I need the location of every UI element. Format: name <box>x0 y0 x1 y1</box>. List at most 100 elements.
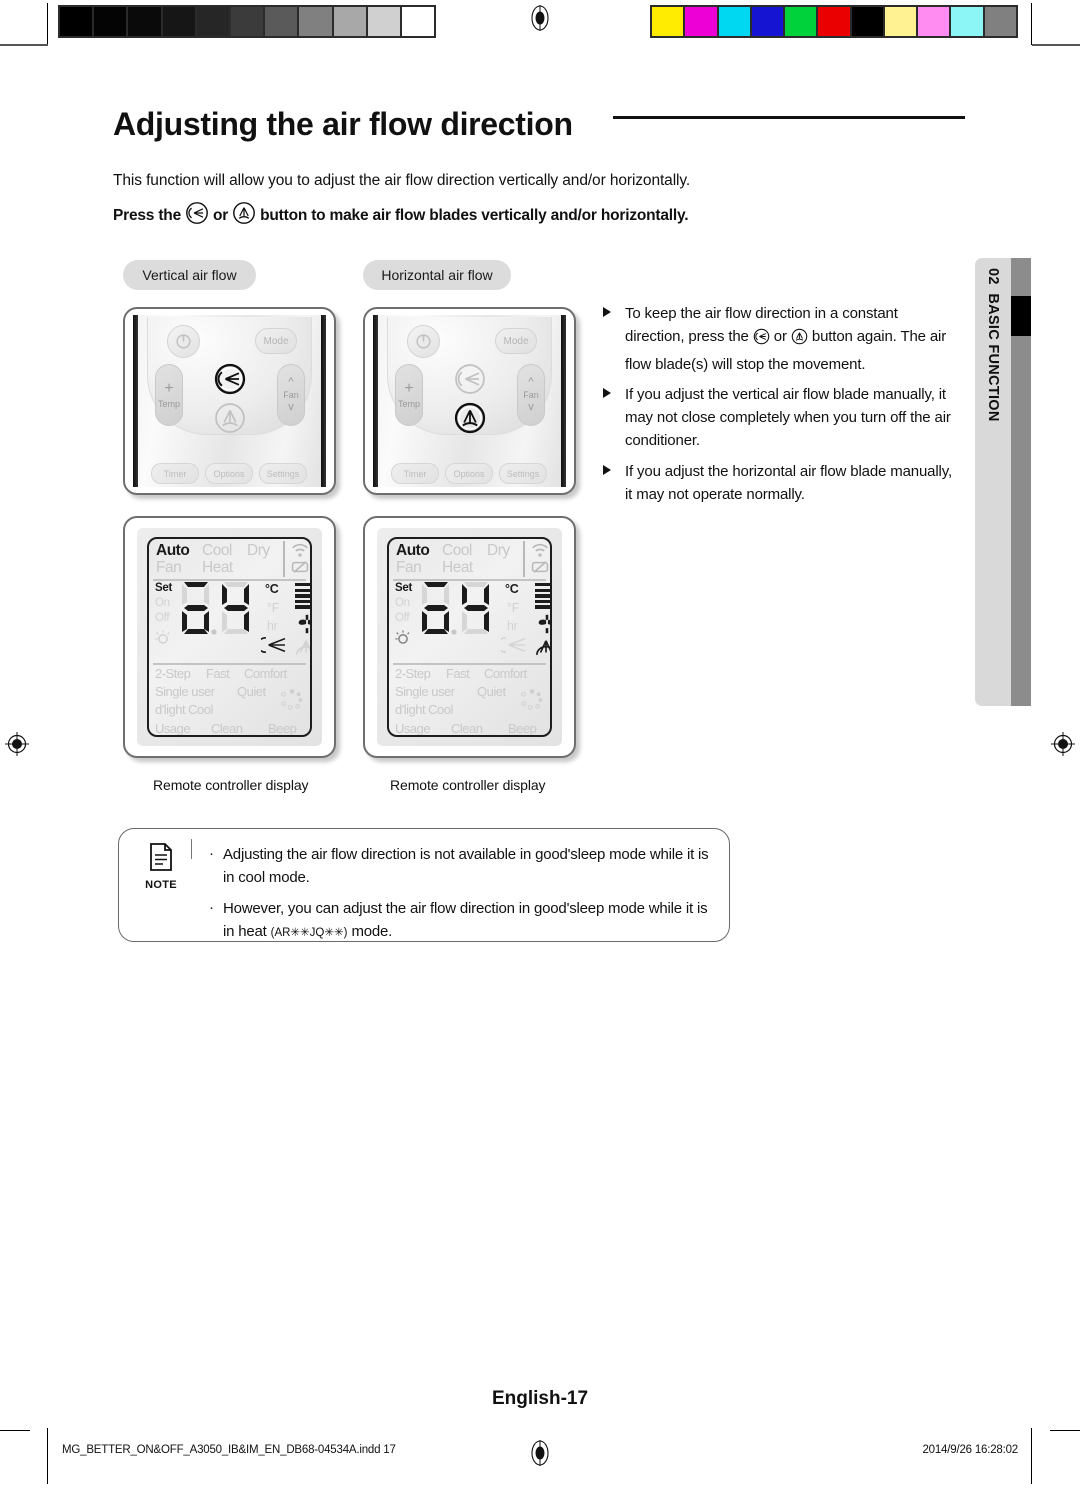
settings-button: Settings <box>259 463 307 484</box>
lcd-label-set: Set <box>155 582 172 594</box>
side-tab-marker <box>1011 296 1031 336</box>
remote-photo-horizontal: Mode + Temp ^ Fan v Timer Options Settin… <box>363 307 576 495</box>
lcd-fan-speed-bars <box>535 583 550 609</box>
caption-vertical-display: Remote controller display <box>153 777 309 793</box>
chapter-title: BASIC FUNCTION <box>985 293 1001 422</box>
lcd-horizontal-swing-icon <box>534 638 550 663</box>
note-text: Adjusting the air flow direction is not … <box>223 846 709 887</box>
lcd-opt-clean: Clean <box>211 721 243 736</box>
manual-page: Adjusting the air flow direction This fu… <box>0 0 1080 1491</box>
lcd-opt-filter-reset: Filter Reset <box>155 736 215 737</box>
lcd-display-vertical: Auto Cool Dry Fan Heat Set On Off °C °F … <box>123 516 336 758</box>
horizontal-swing-button <box>452 400 488 436</box>
page-number: English-17 <box>491 1388 589 1409</box>
note-item: · However, you can adjust the air flow d… <box>207 897 713 944</box>
note-model-code: (AR✳✳JQ✳✳) <box>270 926 348 939</box>
lcd-opt-2step: 2-Step <box>155 666 191 681</box>
note-text: mode. <box>351 922 393 940</box>
lcd-opt-display: Display <box>490 736 529 737</box>
note-icon-group: NOTE <box>135 842 187 891</box>
chapter-side-tab: 02 BASIC FUNCTION <box>975 258 1031 706</box>
temp-label: Temp <box>397 399 420 409</box>
lcd-opt-filter-reset: Filter Reset <box>395 736 455 737</box>
lcd-fan-icon <box>296 613 310 640</box>
lcd-mode-dry: Dry <box>247 542 270 559</box>
lcd-opt-single-user: Single user <box>395 684 455 699</box>
remote-edge <box>373 315 378 487</box>
lcd-vertical-swing-icon <box>496 635 529 660</box>
page-title: Adjusting the air flow direction <box>113 106 573 142</box>
temp-label: Temp <box>157 399 180 409</box>
lcd-opt-dlight-cool: d'light Cool <box>155 702 213 717</box>
bullet-conjunction: or <box>773 328 787 346</box>
power-button <box>167 325 200 358</box>
note-item: · Adjusting the air flow direction is no… <box>207 843 713 890</box>
vertical-airflow-icon <box>185 201 209 230</box>
bullet-item: To keep the air flow direction in a cons… <box>600 302 960 376</box>
lcd-label-off: Off <box>395 612 410 624</box>
lcd-display-horizontal: Auto Cool Dry Fan Heat Set On Off °C °F … <box>363 516 576 758</box>
vertical-airflow-label: Vertical air flow <box>123 260 256 290</box>
lcd-opt-comfort: Comfort <box>484 666 527 681</box>
settings-button: Settings <box>499 463 547 484</box>
note-list: · Adjusting the air flow direction is no… <box>207 843 713 950</box>
options-button: Options <box>205 463 253 484</box>
lcd-opt-fast: Fast <box>206 666 230 681</box>
note-divider <box>191 839 193 859</box>
lcd-divider <box>523 541 525 577</box>
lcd-opt-2step: 2-Step <box>395 666 431 681</box>
caption-horizontal-display: Remote controller display <box>390 777 546 793</box>
lcd-opt-single-user: Single user <box>155 684 215 699</box>
note-label: NOTE <box>145 879 177 891</box>
lcd-mode-fan: Fan <box>396 559 422 576</box>
vertical-swing-button <box>212 361 248 397</box>
remote-edge <box>321 315 326 487</box>
temp-button: + Temp <box>395 364 423 426</box>
lcd-unit-hour: hr <box>267 619 278 633</box>
bullet-triangle-icon <box>603 307 611 317</box>
lcd-opt-clean: Clean <box>451 721 483 736</box>
note-box: NOTE · Adjusting the air flow direction … <box>118 828 730 942</box>
lcd-unit-fahrenheit: °F <box>267 601 280 615</box>
lcd-mode-dry: Dry <box>487 542 510 559</box>
lcd-mode-auto: Auto <box>156 542 190 559</box>
press-suffix: button to make air flow blades verticall… <box>260 206 689 224</box>
lcd-opt-display: Display <box>250 736 289 737</box>
lcd-divider <box>283 541 285 577</box>
lcd-opt-usage: Usage <box>395 721 431 736</box>
lcd-opt-comfort: Comfort <box>244 666 287 681</box>
lcd-opt-quiet: Quiet <box>237 684 266 699</box>
chapter-number: 02 <box>985 268 1001 285</box>
fan-button: ^ Fan v <box>277 364 305 426</box>
lcd-divider <box>153 663 306 665</box>
lcd-goodsleep-icon <box>154 629 172 652</box>
lcd-mode-fan: Fan <box>156 559 182 576</box>
press-prefix: Press the <box>113 206 181 224</box>
footer-timestamp: 2014/9/26 16:28:02 <box>922 1444 1018 1456</box>
lcd-opt-fast: Fast <box>446 666 470 681</box>
lcd-horizontal-swing-icon <box>294 638 310 663</box>
bullet-text: If you adjust the horizontal air flow bl… <box>625 462 952 503</box>
fan-label: Fan <box>523 390 539 400</box>
lcd-opt-beep: Beep <box>268 721 297 736</box>
lcd-mode-heat: Heat <box>202 559 233 576</box>
lcd-goodsleep-icon <box>394 629 412 652</box>
lcd-opt-quiet: Quiet <box>477 684 506 699</box>
side-tab-label: 02 BASIC FUNCTION <box>975 268 1011 688</box>
lcd-fan-icon <box>536 613 550 640</box>
lcd-purify-icon <box>277 684 309 719</box>
bullet-item: If you adjust the horizontal air flow bl… <box>600 460 960 507</box>
lcd-no-display-icon <box>531 560 549 579</box>
lcd-unit-celsius: °C <box>265 582 279 596</box>
bullet-text: If you adjust the vertical air flow blad… <box>625 385 951 450</box>
lcd-opt-dlight-cool: d'light Cool <box>395 702 453 717</box>
horizontal-airflow-icon <box>232 201 256 230</box>
fan-button: ^ Fan v <box>517 364 545 426</box>
vertical-airflow-icon <box>753 328 770 352</box>
lcd-label-set: Set <box>395 582 412 594</box>
footer-filename: MG_BETTER_ON&OFF_A3050_IB&IM_EN_DB68-045… <box>62 1444 396 1456</box>
remote-photo-vertical: Mode + Temp ^ Fan v Timer Options Settin… <box>123 307 336 495</box>
lcd-label-off: Off <box>155 612 170 624</box>
temp-button: + Temp <box>155 364 183 426</box>
bullet-triangle-icon <box>603 464 611 475</box>
